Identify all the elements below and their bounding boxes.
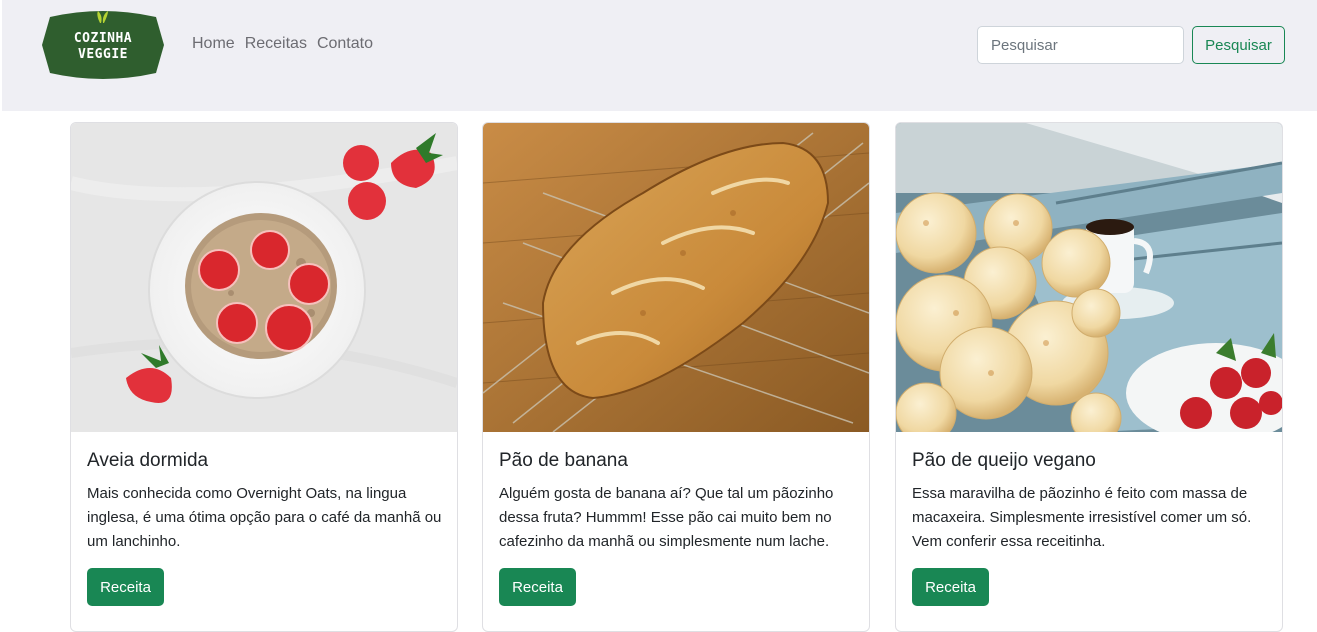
card-text: Alguém gosta de banana aí? Que tal um pã… xyxy=(499,485,834,550)
navbar: COZINHA VEGGIE Home Receitas Contato Pes… xyxy=(2,0,1317,111)
recipe-image-cheese-bread xyxy=(896,123,1282,432)
logo-line-1: COZINHA xyxy=(73,31,133,46)
nav-link-home[interactable]: Home xyxy=(192,35,235,53)
recipe-card-pao-banana: Pão de banana Alguém gosta de banana aí?… xyxy=(482,122,870,632)
recipe-card-aveia: Aveia dormida Mais conhecida como Overni… xyxy=(70,122,458,632)
card-title: Pão de queijo vegano xyxy=(912,450,1096,471)
logo-text: COZINHA VEGGIE xyxy=(40,31,166,63)
recipe-image-oats xyxy=(71,123,457,432)
card-text: Mais conhecida como Overnight Oats, na l… xyxy=(87,485,442,550)
recipe-button[interactable]: Receita xyxy=(912,568,989,606)
recipe-image-banana-bread xyxy=(483,123,869,432)
search-button[interactable]: Pesquisar xyxy=(1192,26,1285,64)
logo-line-2: VEGGIE xyxy=(78,47,128,62)
card-title: Pão de banana xyxy=(499,450,628,471)
brand-logo[interactable]: COZINHA VEGGIE xyxy=(40,9,166,81)
recipe-card-pao-queijo: Pão de queijo vegano Essa maravilha de p… xyxy=(895,122,1283,632)
nav-link-receitas[interactable]: Receitas xyxy=(245,35,307,53)
search-input[interactable] xyxy=(977,26,1184,64)
recipe-button[interactable]: Receita xyxy=(499,568,576,606)
card-text: Essa maravilha de pãozinho é feito com m… xyxy=(912,485,1252,550)
nav-link-contato[interactable]: Contato xyxy=(317,35,373,53)
card-title: Aveia dormida xyxy=(87,450,209,471)
recipe-button[interactable]: Receita xyxy=(87,568,164,606)
nav-links: Home Receitas Contato xyxy=(192,35,383,53)
